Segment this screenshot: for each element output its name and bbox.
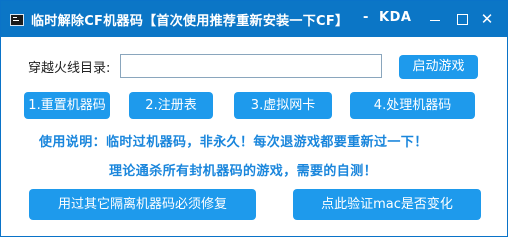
- game-directory-label: 穿越火线目录:: [28, 61, 111, 76]
- theory-note: 理论通杀所有封机器码的游戏，需要的自测！: [109, 164, 378, 179]
- maximize-icon: [457, 14, 468, 25]
- maximize-button[interactable]: [452, 9, 472, 29]
- registry-button[interactable]: 2.注册表: [129, 92, 213, 119]
- title-separator: -: [363, 10, 369, 25]
- usage-note: 使用说明：临时过机器码，非永久！每次退游戏都要重新过一下！: [39, 135, 428, 150]
- title-bar[interactable]: 临时解除CF机器码【首次使用推荐重新安装一下CF】 - KDA ✕: [1, 1, 507, 37]
- verify-mac-button[interactable]: 点此验证mac是否变化: [293, 189, 481, 220]
- reset-machine-code-button[interactable]: 1.重置机器码: [24, 92, 110, 119]
- virtual-nic-button[interactable]: 3.虚拟网卡: [234, 92, 332, 119]
- minimize-icon: [430, 20, 440, 21]
- app-window: 临时解除CF机器码【首次使用推荐重新安装一下CF】 - KDA ✕ 穿越火线目录…: [0, 0, 508, 237]
- console-app-icon: [10, 14, 24, 26]
- title-brand: KDA: [379, 10, 412, 25]
- close-button[interactable]: ✕: [477, 9, 497, 29]
- repair-isolation-button[interactable]: 用过其它隔离机器码必须修复: [29, 189, 256, 220]
- window-title: 临时解除CF机器码【首次使用推荐重新安装一下CF】: [31, 14, 349, 29]
- launch-game-button[interactable]: 启动游戏: [399, 55, 478, 79]
- game-directory-input[interactable]: [120, 54, 382, 78]
- close-icon: ✕: [480, 10, 494, 28]
- minimize-button[interactable]: [425, 9, 445, 29]
- process-machine-code-button[interactable]: 4.处理机器码: [350, 92, 475, 119]
